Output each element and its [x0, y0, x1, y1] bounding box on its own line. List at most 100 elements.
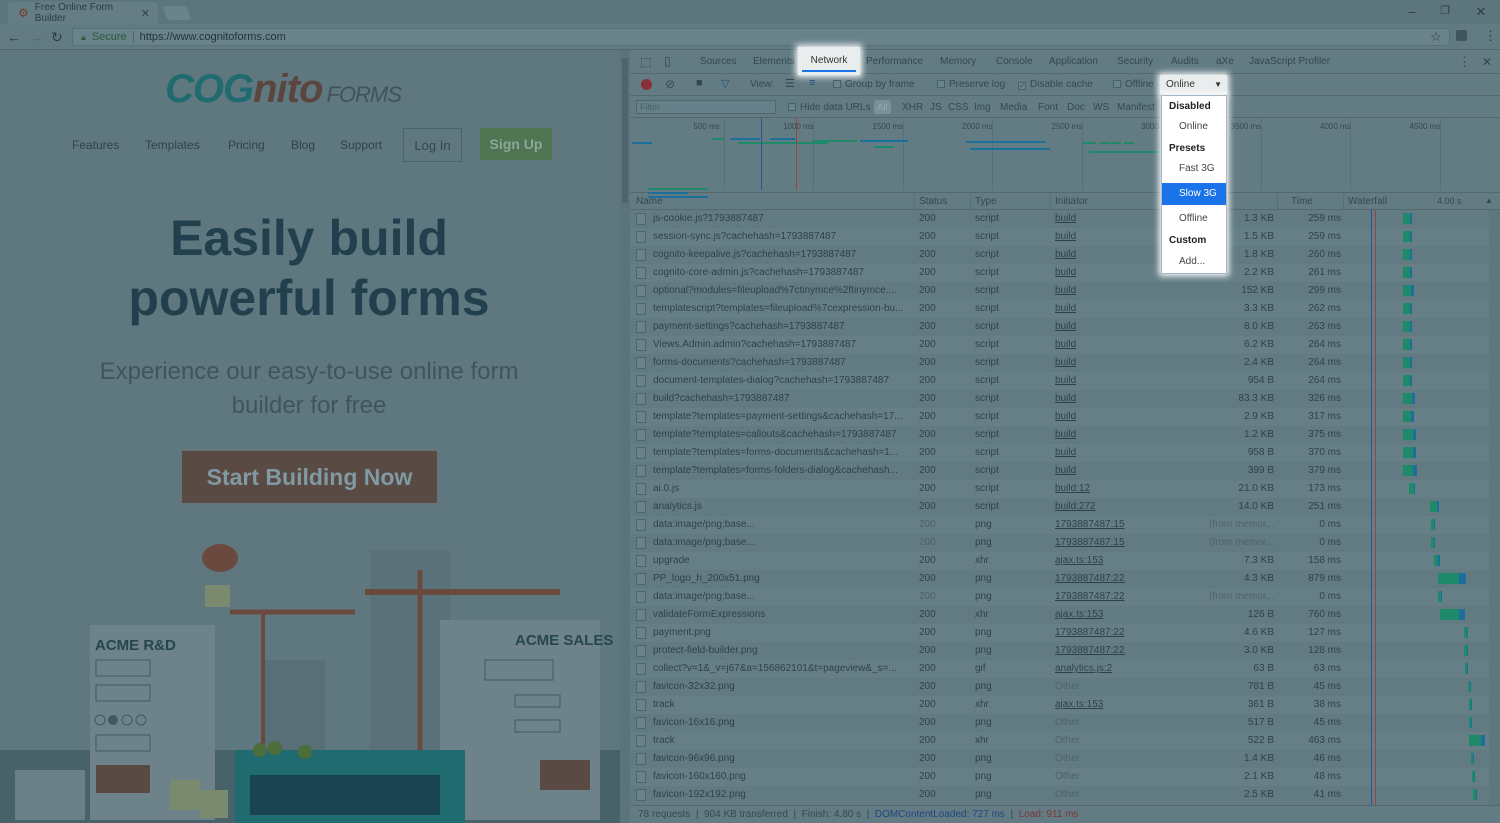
- filter-js[interactable]: JS: [930, 102, 942, 113]
- close-tab-icon[interactable]: ✕: [141, 7, 150, 20]
- request-name[interactable]: template?templates=forms-documents&cache…: [653, 447, 913, 458]
- request-row[interactable]: payment.png 200 png 1793887487:22 4.6 KB 127 …: [630, 624, 1500, 642]
- request-initiator[interactable]: build: [1055, 411, 1076, 422]
- request-initiator[interactable]: build: [1055, 429, 1076, 440]
- filter-manifest[interactable]: Manifest: [1117, 102, 1155, 113]
- request-row[interactable]: favicon-192x192.png 200 png Other 2.5 KB 41 m…: [630, 786, 1500, 804]
- request-initiator[interactable]: build: [1055, 321, 1076, 332]
- request-name[interactable]: upgrade: [653, 555, 913, 566]
- request-name[interactable]: favicon-32x32.png: [653, 681, 913, 692]
- request-row[interactable]: template?templates=forms-documents&cache…: [630, 444, 1500, 462]
- column-waterfall[interactable]: Waterfall: [1348, 196, 1387, 207]
- request-name[interactable]: collect?v=1&_v=j67&a=156862101&t=pagevie…: [653, 663, 913, 674]
- bookmark-star-icon[interactable]: ☆: [1430, 29, 1442, 45]
- menu-option-online[interactable]: Online: [1162, 117, 1226, 137]
- browser-tab[interactable]: ⚙ Free Online Form Builder ✕: [8, 2, 158, 24]
- address-bar[interactable]: 🔒︎ Secure https://www.cognitoforms.com: [72, 28, 1450, 46]
- request-initiator[interactable]: 1793887487:22: [1055, 645, 1125, 656]
- request-row[interactable]: template?templates=payment-settings&cach…: [630, 408, 1500, 426]
- filter-icon[interactable]: ▽: [721, 77, 729, 90]
- request-name[interactable]: forms-documents?cachehash=1793887487: [653, 357, 913, 368]
- nav-pricing[interactable]: Pricing: [228, 138, 265, 152]
- request-initiator[interactable]: build: [1055, 393, 1076, 404]
- close-devtools-icon[interactable]: ✕: [1482, 50, 1492, 74]
- request-name[interactable]: build?cachehash=1793887487: [653, 393, 913, 404]
- tab-axe[interactable]: aXe: [1216, 50, 1234, 74]
- request-name[interactable]: template?templates=payment-settings&cach…: [653, 411, 913, 422]
- preserve-log-checkbox[interactable]: Preserve log: [937, 79, 1005, 90]
- request-row[interactable]: upgrade 200 xhr ajax.ts:153 7.3 KB 158 ms: [630, 552, 1500, 570]
- tab-network[interactable]: Network: [798, 47, 860, 75]
- request-row[interactable]: track 200 xhr Other 522 B 463 ms: [630, 732, 1500, 750]
- request-initiator[interactable]: 1793887487:22: [1055, 573, 1125, 584]
- login-button[interactable]: Log In: [403, 128, 462, 162]
- request-initiator[interactable]: build: [1055, 447, 1076, 458]
- start-building-button[interactable]: Start Building Now: [179, 448, 440, 506]
- inspect-element-icon[interactable]: ⬚: [640, 55, 651, 69]
- filter-xhr[interactable]: XHR: [902, 102, 923, 113]
- request-name[interactable]: favicon-160x160.png: [653, 771, 913, 782]
- filter-ws[interactable]: WS: [1093, 102, 1109, 113]
- request-name[interactable]: validateFormExpressions: [653, 609, 913, 620]
- request-row[interactable]: templatescript?templates=fileupload%7cex…: [630, 300, 1500, 318]
- request-initiator[interactable]: 1793887487:15: [1055, 519, 1125, 530]
- request-name[interactable]: data:image/png;base...: [653, 591, 913, 602]
- request-name[interactable]: payment-settings?cachehash=1793887487: [653, 321, 913, 332]
- request-initiator[interactable]: analytics.js:2: [1055, 663, 1112, 674]
- request-row[interactable]: document-templates-dialog?cachehash=1793…: [630, 372, 1500, 390]
- request-name[interactable]: template?templates=callouts&cachehash=17…: [653, 429, 913, 440]
- request-row[interactable]: data:image/png;base... 200 png 1793887487:2…: [630, 588, 1500, 606]
- request-row[interactable]: validateFormExpressions 200 xhr ajax.ts:153…: [630, 606, 1500, 624]
- request-initiator[interactable]: build: [1055, 339, 1076, 350]
- tab-javascript-profiler[interactable]: JavaScript Profiler: [1249, 50, 1330, 74]
- column-initiator[interactable]: Initiator: [1055, 196, 1088, 207]
- column-time[interactable]: Time: [1291, 196, 1313, 207]
- filter-font[interactable]: Font: [1038, 102, 1058, 113]
- request-row[interactable]: Views.Admin.admin?cachehash=1793887487 20…: [630, 336, 1500, 354]
- sort-arrow-icon[interactable]: ▲: [1485, 196, 1493, 205]
- request-initiator[interactable]: build: [1055, 375, 1076, 386]
- request-initiator[interactable]: 1793887487:15: [1055, 537, 1125, 548]
- request-row[interactable]: cognito-keepalive.js?cachehash=179388748…: [630, 246, 1500, 264]
- waterfall-view-icon[interactable]: ≡: [809, 77, 815, 89]
- request-name[interactable]: template?templates=forms-folders-dialog&…: [653, 465, 913, 476]
- request-initiator[interactable]: build: [1055, 213, 1076, 224]
- request-name[interactable]: payment.png: [653, 627, 913, 638]
- menu-option-fast-3g[interactable]: Fast 3G: [1162, 159, 1226, 179]
- tab-console[interactable]: Console: [996, 50, 1033, 74]
- request-name[interactable]: Views.Admin.admin?cachehash=1793887487: [653, 339, 913, 350]
- request-row[interactable]: track 200 xhr ajax.ts:153 361 B 38 ms: [630, 696, 1500, 714]
- request-row[interactable]: PP_logo_h_200x51.png 200 png 1793887487:22 4…: [630, 570, 1500, 588]
- nav-features[interactable]: Features: [72, 138, 119, 152]
- request-name[interactable]: cognito-core-admin.js?cachehash=17938874…: [653, 267, 913, 278]
- menu-icon[interactable]: ⋮: [1484, 28, 1497, 44]
- new-tab-button[interactable]: [162, 6, 192, 20]
- request-initiator[interactable]: build: [1055, 465, 1076, 476]
- request-row[interactable]: cognito-core-admin.js?cachehash=17938874…: [630, 264, 1500, 282]
- request-name[interactable]: data:image/png;base...: [653, 519, 913, 530]
- request-name[interactable]: track: [653, 735, 913, 746]
- request-name[interactable]: session-sync.js?cachehash=1793887487: [653, 231, 913, 242]
- request-name[interactable]: js-cookie.js?1793887487: [653, 213, 913, 224]
- tab-application[interactable]: Application: [1049, 50, 1098, 74]
- tab-performance[interactable]: Performance: [866, 50, 923, 74]
- column-status[interactable]: Status: [919, 196, 947, 207]
- request-row[interactable]: data:image/png;base... 200 png 1793887487:1…: [630, 534, 1500, 552]
- request-row[interactable]: collect?v=1&_v=j67&a=156862101&t=pagevie…: [630, 660, 1500, 678]
- page-scrollbar-thumb[interactable]: [622, 58, 628, 203]
- request-initiator[interactable]: build: [1055, 231, 1076, 242]
- request-name[interactable]: favicon-192x192.png: [653, 789, 913, 800]
- restore-icon[interactable]: ❐: [1435, 4, 1455, 17]
- forward-icon[interactable]: →: [30, 29, 44, 45]
- request-name[interactable]: track: [653, 699, 913, 710]
- clear-icon[interactable]: ⊘: [665, 77, 675, 91]
- request-row[interactable]: ai.0.js 200 script build:12 21.0 KB 173 ms: [630, 480, 1500, 498]
- request-initiator[interactable]: build: [1055, 357, 1076, 368]
- request-name[interactable]: analytics.js: [653, 501, 913, 512]
- request-name[interactable]: optional?modules=fileupload%7ctinymce%2f…: [653, 285, 913, 296]
- nav-support[interactable]: Support: [340, 138, 382, 152]
- menu-option-offline[interactable]: Offline: [1162, 209, 1226, 229]
- request-row[interactable]: payment-settings?cachehash=1793887487 200…: [630, 318, 1500, 336]
- screenshot-camera-icon[interactable]: ■: [696, 77, 703, 89]
- request-row[interactable]: favicon-32x32.png 200 png Other 781 B 45 ms: [630, 678, 1500, 696]
